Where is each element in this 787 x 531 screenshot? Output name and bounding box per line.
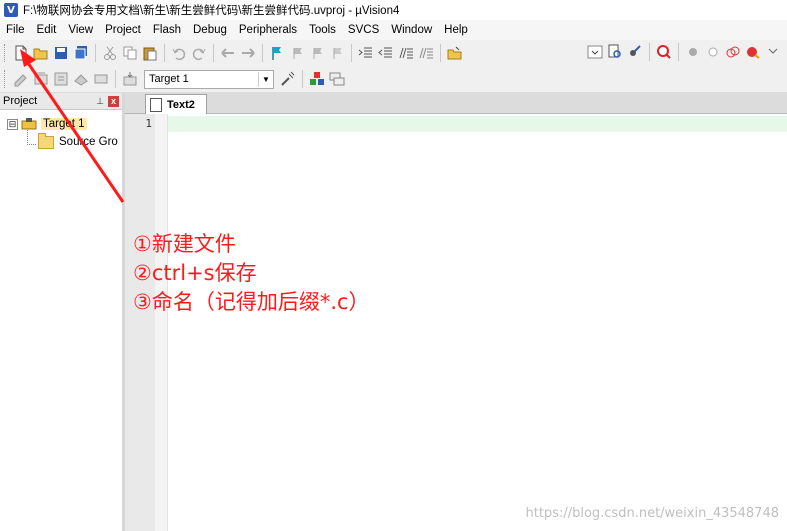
undo-icon[interactable] bbox=[171, 45, 187, 61]
menu-file[interactable]: File bbox=[0, 24, 31, 36]
navigate-back-icon[interactable] bbox=[220, 45, 236, 61]
watermark: https://blog.csdn.net/weixin_43548748 bbox=[525, 506, 779, 521]
tree-item-source-group[interactable]: Source Gro bbox=[0, 132, 122, 151]
menu-debug[interactable]: Debug bbox=[187, 24, 233, 36]
annotation-new-file: ①新建文件 bbox=[133, 232, 236, 256]
comment-icon[interactable] bbox=[398, 45, 414, 61]
line-number-gutter: 1 bbox=[125, 114, 155, 531]
tab-text2[interactable]: Text2 bbox=[145, 94, 207, 114]
toolbar-separator bbox=[164, 44, 165, 62]
uvision-app-icon: V bbox=[4, 3, 18, 17]
clear-bookmarks-icon[interactable] bbox=[329, 45, 345, 61]
redo-icon[interactable] bbox=[191, 45, 207, 61]
editor-tab-bar: Text2 bbox=[125, 93, 787, 114]
indent-icon[interactable] bbox=[358, 45, 374, 61]
find-in-files-icon[interactable] bbox=[447, 45, 463, 61]
target-select-value: Target 1 bbox=[149, 73, 189, 85]
project-panel-title: Project bbox=[3, 95, 38, 107]
dropdown-arrow-icon[interactable] bbox=[587, 44, 603, 60]
stop-build-icon[interactable] bbox=[93, 71, 109, 87]
download-icon[interactable] bbox=[122, 71, 138, 87]
rebuild-icon[interactable] bbox=[53, 71, 69, 87]
next-bookmark-icon[interactable] bbox=[309, 45, 325, 61]
incremental-find-icon[interactable] bbox=[627, 44, 643, 60]
project-tree: ⊟ Target 1 Source Gro bbox=[0, 110, 122, 151]
navigate-forward-icon[interactable] bbox=[240, 45, 256, 61]
open-file-icon[interactable] bbox=[33, 45, 49, 61]
new-file-icon[interactable] bbox=[13, 45, 29, 61]
marker-column[interactable] bbox=[155, 114, 168, 531]
menu-svcs[interactable]: SVCS bbox=[342, 24, 385, 36]
toolbar-grip[interactable] bbox=[4, 44, 8, 62]
file-toolbar-right bbox=[585, 43, 783, 61]
toolbar-separator bbox=[649, 43, 650, 61]
toolbar-separator bbox=[678, 43, 679, 61]
target-select[interactable]: Target 1 ▼ bbox=[144, 69, 274, 89]
menu-project[interactable]: Project bbox=[99, 24, 147, 36]
close-icon[interactable]: x bbox=[108, 95, 119, 107]
tree-item-target[interactable]: ⊟ Target 1 bbox=[0, 115, 122, 133]
title-bar: V F:\物联网协会专用文档\新生\新生尝鲜代码\新生尝鲜代码.uvproj -… bbox=[0, 0, 787, 20]
tree-connector bbox=[27, 130, 36, 145]
toolbar-separator bbox=[302, 70, 303, 88]
document-icon bbox=[150, 97, 162, 112]
menu-tools[interactable]: Tools bbox=[303, 24, 342, 36]
toolbar-separator bbox=[115, 70, 116, 88]
toolbar-separator bbox=[262, 44, 263, 62]
tab-label: Text2 bbox=[167, 98, 195, 111]
build-icon[interactable] bbox=[33, 71, 49, 87]
tree-item-label: Source Gro bbox=[59, 136, 118, 148]
current-line-highlight bbox=[168, 116, 787, 132]
prev-bookmark-icon[interactable] bbox=[289, 45, 305, 61]
batch-build-icon[interactable] bbox=[73, 71, 89, 87]
uncomment-icon[interactable] bbox=[418, 45, 434, 61]
manage-project-items-icon[interactable] bbox=[309, 71, 325, 87]
tree-item-label: Target 1 bbox=[41, 118, 87, 130]
translate-icon[interactable] bbox=[13, 71, 29, 87]
cut-icon[interactable] bbox=[102, 45, 118, 61]
project-panel-buttons: ⊥ x bbox=[96, 95, 119, 107]
insert-breakpoint-icon[interactable] bbox=[685, 44, 701, 60]
more-icon[interactable] bbox=[765, 44, 781, 60]
kill-breakpoints-icon[interactable] bbox=[745, 44, 761, 60]
enable-breakpoint-icon[interactable] bbox=[705, 44, 721, 60]
paste-icon[interactable] bbox=[142, 45, 158, 61]
code-editor[interactable] bbox=[168, 114, 787, 531]
project-panel: Project ⊥ x ⊟ Target 1 Source Gro bbox=[0, 93, 125, 531]
toolbar-separator bbox=[351, 44, 352, 62]
disable-breakpoints-icon[interactable] bbox=[725, 44, 741, 60]
annotation-save: ②ctrl+s保存 bbox=[133, 261, 257, 285]
window-title: F:\物联网协会专用文档\新生\新生尝鲜代码\新生尝鲜代码.uvproj - µ… bbox=[23, 5, 400, 17]
toolbar-separator bbox=[440, 44, 441, 62]
menu-view[interactable]: View bbox=[62, 24, 99, 36]
select-packs-icon[interactable] bbox=[329, 71, 345, 87]
menu-edit[interactable]: Edit bbox=[31, 24, 63, 36]
file-toolbar bbox=[0, 40, 787, 67]
toolbar-separator bbox=[213, 44, 214, 62]
bookmark-icon[interactable] bbox=[269, 45, 285, 61]
menu-bar: File Edit View Project Flash Debug Perip… bbox=[0, 20, 787, 40]
menu-window[interactable]: Window bbox=[385, 24, 438, 36]
menu-help[interactable]: Help bbox=[438, 24, 474, 36]
target-options-icon[interactable] bbox=[280, 71, 296, 87]
toolbar-separator bbox=[95, 44, 96, 62]
project-panel-header: Project ⊥ x bbox=[0, 93, 122, 110]
folder-icon bbox=[38, 132, 54, 149]
find-icon[interactable] bbox=[607, 44, 623, 60]
menu-flash[interactable]: Flash bbox=[147, 24, 187, 36]
save-icon[interactable] bbox=[53, 45, 69, 61]
save-all-icon[interactable] bbox=[73, 45, 89, 61]
build-toolbar: Target 1 ▼ bbox=[0, 66, 787, 93]
menu-peripherals[interactable]: Peripherals bbox=[233, 24, 303, 36]
line-number: 1 bbox=[145, 117, 152, 130]
toolbar-grip[interactable] bbox=[4, 70, 8, 88]
copy-icon[interactable] bbox=[122, 45, 138, 61]
debug-session-icon[interactable] bbox=[656, 44, 672, 60]
pin-icon[interactable]: ⊥ bbox=[96, 96, 104, 107]
annotation-naming: ③命名（记得加后缀*.c） bbox=[133, 290, 370, 314]
unindent-icon[interactable] bbox=[378, 45, 394, 61]
collapse-icon[interactable]: ⊟ bbox=[7, 118, 18, 130]
target-icon bbox=[21, 118, 37, 130]
chevron-down-icon[interactable]: ▼ bbox=[258, 71, 273, 87]
